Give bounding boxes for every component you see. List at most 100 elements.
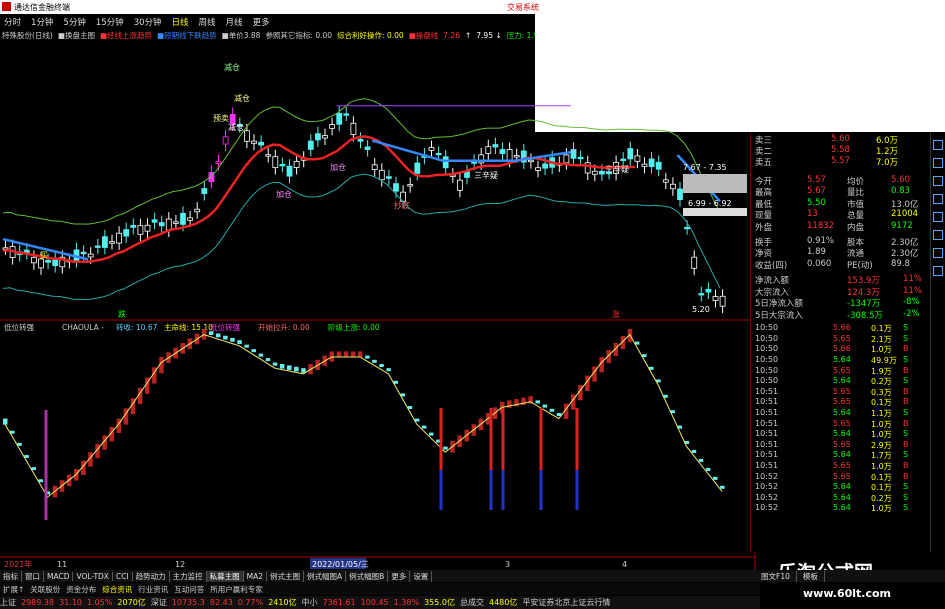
indicator-tab[interactable]: 例式幅图A [304,570,347,582]
sidebar-tool-icon[interactable] [933,248,943,258]
osc-bar [705,467,711,471]
chart-annotation: 涨 [612,309,620,319]
osc-bar [279,364,285,369]
quote-stat-row: 换手 0.91% 股本 2.30亿 [751,236,931,248]
indicator-tab[interactable]: 设置 [410,570,433,582]
indicator-tab[interactable]: 例式主图 [267,570,305,582]
tick-price: 5.64 [833,450,851,460]
tick-price: 5.65 [833,461,851,470]
tick-price: 5.64 [833,355,851,364]
tick-volume: 0.1万 [871,472,892,482]
extension-tab[interactable]: 资金分布 [63,584,99,595]
flow-value: 124.3万 [847,287,880,298]
server-status[interactable]: 平安证券北京上证云行情 [522,597,610,608]
flow-pct: 11% [903,274,922,285]
extension-tab[interactable]: 行业资讯 [135,584,171,595]
extension-tab[interactable]: 互动问答 [171,584,207,595]
tick-price: 5.64 [833,482,851,492]
extension-tab[interactable]: 关联股份 [27,584,63,595]
osc-bar [208,331,214,335]
lower-indicator-label: 低位转强 [4,322,34,332]
tick-row: 10:50 5.65 1.9万 B [751,366,931,377]
indicator-tab[interactable]: VOL-TDX [73,571,113,581]
osc-bar [698,458,704,462]
indicator-tab[interactable]: 趋势动力 [133,570,170,582]
panel-tab[interactable]: 图文F10 [755,570,797,582]
extension-tab[interactable]: 综合资讯 [99,584,135,595]
flow-pct: 11% [903,285,922,296]
stat-label: 外盘 [755,222,773,233]
sidebar-tool-icon[interactable] [933,176,943,186]
tick-row: 10:50 5.66 1.0万 B [751,344,931,355]
chart-annotation: 减仓 [234,93,250,103]
tick-side: S [903,355,909,364]
tick-volume: 1.9万 [871,366,892,376]
tick-price: 5.64 [833,503,851,513]
indicator-tab[interactable]: CCI [113,571,133,581]
panel-tab[interactable]: 模板 [797,570,825,582]
index-name[interactable]: 上证 [0,597,16,608]
osc-bar [265,358,271,362]
indicator-tab[interactable]: 例式幅图B [346,570,389,582]
stat-value: 13.0亿 [891,199,919,210]
quote-stat-row: 外盘 11832 内盘 9172 [751,220,931,233]
tick-side: S [903,492,909,502]
index-name[interactable]: 深证 [151,597,167,608]
stat-value: 5.67 [807,186,826,197]
date-label: 2021年 [4,559,32,569]
osc-bar [691,449,697,453]
osc-bar [372,359,377,363]
ask-price: 5.60 [831,134,850,144]
kline-chart[interactable]: 减仓减仓预卖减仓加仓三辛疑加仓 三辛疑买抄底7.67 - 7.356.99 - 6… [0,0,760,570]
indicator-tab[interactable]: 私募主图 [206,570,244,582]
osc-bar [421,425,427,429]
indicator-tab[interactable]: 主力监控 [170,570,207,582]
index-name[interactable]: 中小 [302,597,318,608]
sidebar-tool-icon[interactable] [933,194,943,204]
ask-label: 卖五 [755,158,773,168]
stat-value: 21004 [891,209,919,220]
indicator-tab[interactable]: 窗口 [22,570,44,582]
sidebar-tool-icon[interactable] [933,230,943,240]
stat-label: 内盘 [847,222,865,233]
tick-volume: 1.0万 [871,345,892,355]
quote-panel: 卖三 5.60 6.0万 卖二 5.58 1.2万 卖五 5.57 7.0万 今开 5.57 均价 5.… [750,132,930,552]
chart-annotation: 5.20 [692,305,710,314]
tick-side: B [903,344,909,354]
index-amount: 355.0亿 [424,598,455,607]
sidebar-tool-icon[interactable] [933,140,943,150]
tick-row: 10:51 5.65 0.1万 B [751,397,931,408]
tick-side: S [903,376,909,386]
tick-row: 10:50 5.64 49.9万 S [751,355,931,366]
index-pct: 1.05% [87,598,113,607]
osc-bar [244,344,249,348]
extension-tab[interactable]: 扩展↑ [0,584,27,595]
date-label: 11 [57,560,67,569]
index-change: 31.10 [59,598,82,607]
indicator-tab[interactable]: 指标 [0,570,22,582]
stat-label: 总量 [847,211,865,222]
ask-row: 卖五 5.57 7.0万 [751,156,931,168]
tick-price: 5.65 [833,471,851,481]
indicator-tab[interactable]: MACD [44,571,74,581]
indicator-tab[interactable]: 更多 [388,570,411,582]
stat-value: 5.60 [891,175,910,185]
tick-volume: 0.2万 [871,377,892,387]
tick-volume: 2.9万 [871,440,892,450]
osc-bar [365,355,370,359]
extension-tab[interactable]: 所用户赢利专家 [207,584,266,595]
stat-value: 5.57 [807,175,826,185]
sidebar-tool-icon[interactable] [933,158,943,168]
status-bar: 上证 2989.38 31.10 1.05% 2070亿 深证 10735.3 82.43 0.… [0,596,760,609]
index-value: 2989.38 [21,598,55,607]
sidebar-tool-icon[interactable] [933,212,943,222]
date-label: 2022/01/05/三 [312,560,369,569]
sidebar-tool-icon[interactable] [933,266,943,276]
tick-row: 10:51 5.64 1.7万 S [751,450,931,461]
stat-value: 9172 [891,220,913,231]
flow-label: 5日净流入额 [755,299,803,310]
osc-bar [272,362,278,366]
indicator-tab[interactable]: MA2 [244,571,268,581]
flow-row: 5日大宗流入 -308.5万 -2% [751,309,931,321]
tick-price: 5.64 [833,429,851,439]
